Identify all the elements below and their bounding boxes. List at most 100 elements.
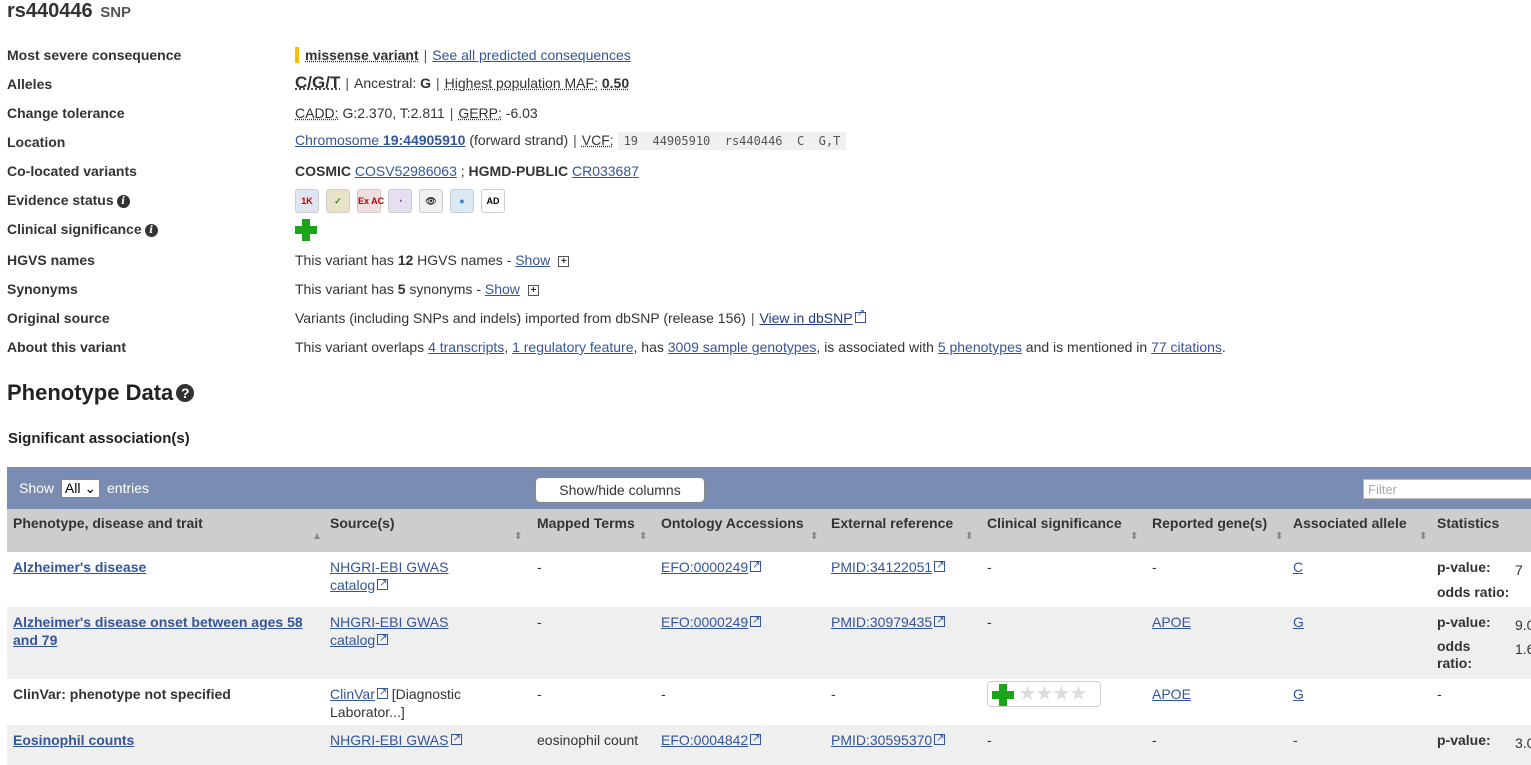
sort-icon[interactable]: ▲ (312, 531, 322, 542)
column-header[interactable]: External reference (831, 513, 971, 533)
external-ref-cell[interactable]: PMID:34122051 (831, 557, 981, 576)
gerp-label[interactable]: GERP: (458, 105, 502, 121)
external-link-icon (377, 630, 389, 648)
pubmed-link[interactable]: PMID:34122051 (831, 559, 932, 575)
view-dbsnp-link[interactable]: View in dbSNP (759, 310, 852, 326)
phenotypes-link[interactable]: 5 phenotypes (938, 339, 1022, 355)
source-link[interactable]: NHGRI-EBI GWAS catalog (330, 559, 449, 593)
cosmic-link[interactable]: COSV52986063 (355, 163, 457, 179)
maf-label[interactable]: Highest population MAF: (445, 75, 598, 91)
entries-select[interactable]: All ⌄ (60, 479, 101, 498)
clinical-significance-plus-icon[interactable] (295, 219, 317, 241)
sort-icon[interactable]: ⬍ (810, 531, 818, 542)
ontology-link[interactable]: EFO:0000249 (661, 614, 748, 630)
external-ref-cell[interactable]: PMID:30595370 (831, 730, 981, 749)
sort-icon[interactable]: ⬍ (639, 531, 647, 542)
expand-icon[interactable]: + (527, 285, 539, 296)
column-header[interactable]: Source(s) (330, 513, 520, 533)
phenotype-link[interactable]: Eosinophil counts (13, 732, 134, 748)
allele-cell[interactable]: G (1293, 613, 1423, 631)
gene-link[interactable]: APOE (1152, 686, 1191, 702)
pubmed-link[interactable]: PMID:30595370 (831, 732, 932, 748)
column-header[interactable]: Phenotype, disease and trait (13, 513, 303, 533)
regulatory-feature-link[interactable]: 1 regulatory feature (512, 339, 633, 355)
page-title: rs440446 SNP (7, 0, 131, 23)
column-header[interactable]: Associated allele (1293, 513, 1423, 533)
gene-link[interactable]: APOE (1152, 614, 1191, 630)
sort-icon[interactable]: ⬍ (965, 531, 973, 542)
allele-link[interactable]: G (1293, 686, 1304, 702)
1000genomes-icon[interactable]: 1K (295, 189, 319, 213)
external-link-icon (750, 557, 762, 575)
column-header[interactable]: Clinical significance (987, 513, 1137, 533)
source-cell[interactable]: NHGRI-EBI GWAS catalog (330, 613, 490, 649)
source-link[interactable]: ClinVar (330, 686, 375, 702)
clinical-value: - (987, 614, 992, 630)
source-text: Variants (including SNPs and indels) imp… (295, 310, 746, 326)
alleles-value[interactable]: C/G/T (295, 73, 340, 92)
exac-icon[interactable]: Ex AC (357, 189, 384, 213)
allele-cell[interactable]: G (1293, 685, 1423, 703)
phenotype-cell[interactable]: Eosinophil counts (13, 731, 313, 749)
hgmd-link[interactable]: CR033687 (572, 163, 639, 179)
phenotype-link[interactable]: Alzheimer's disease onset between ages 5… (13, 614, 303, 648)
ontology-link[interactable]: EFO:0000249 (661, 559, 748, 575)
gene-cell[interactable]: APOE (1152, 613, 1282, 631)
show-hide-columns-button[interactable]: Show/hide columns (535, 477, 705, 503)
phenotype-cell[interactable]: Alzheimer's disease (13, 558, 313, 576)
external-link-icon (450, 730, 462, 748)
chromosome-link[interactable]: Chromosome 19:44905910 (295, 132, 465, 148)
genotypes-link[interactable]: 3009 sample genotypes (668, 339, 817, 355)
allele-cell[interactable]: C (1293, 558, 1423, 576)
cadd-label[interactable]: CADD: (295, 105, 339, 121)
sort-icon[interactable]: ⬍ (1275, 531, 1283, 542)
synonyms-show-link[interactable]: Show (485, 281, 520, 297)
source-link[interactable]: NHGRI-EBI GWAS (330, 732, 449, 748)
citations-link[interactable]: 77 citations (1151, 339, 1222, 355)
source-cell[interactable]: NHGRI-EBI GWAS (330, 730, 490, 749)
expand-icon[interactable]: + (558, 256, 570, 267)
allele-cell: - (1293, 731, 1423, 749)
pubmed-link[interactable]: PMID:30979435 (831, 614, 932, 630)
source-link[interactable]: NHGRI-EBI GWAS catalog (330, 614, 449, 648)
sort-icon[interactable]: ⬍ (1130, 531, 1138, 542)
source-cell[interactable]: NHGRI-EBI GWAS catalog (330, 558, 490, 594)
allele-link[interactable]: C (1293, 559, 1303, 575)
filter-input[interactable]: Filter (1363, 479, 1531, 499)
see-all-consequences-link[interactable]: See all predicted consequences (432, 47, 630, 63)
frequency-icon[interactable]: ◔ (388, 189, 412, 213)
phenotype-icon[interactable]: 👁 (419, 189, 443, 213)
column-header[interactable]: Statistics (1437, 513, 1531, 533)
vcf-label[interactable]: VCF: (582, 132, 614, 148)
column-header[interactable]: Ontology Accessions (661, 513, 821, 533)
phenotype-link[interactable]: Alzheimer's disease (13, 559, 146, 575)
ontology-cell[interactable]: EFO:0000249 (661, 612, 821, 631)
column-header[interactable]: Mapped Terms (537, 513, 647, 533)
ontology-cell[interactable]: EFO:0000249 (661, 557, 821, 576)
mapped-terms: - (537, 686, 542, 702)
hapmap-icon[interactable]: ● (450, 189, 474, 213)
column-header[interactable]: Reported gene(s) (1152, 513, 1282, 533)
allele-link[interactable]: G (1293, 614, 1304, 630)
ontology-link[interactable]: EFO:0004842 (661, 732, 748, 748)
cited-icon[interactable]: ✓ (326, 189, 350, 213)
ontology-cell: - (661, 685, 821, 703)
maf-value[interactable]: 0.50 (602, 75, 629, 91)
external-ref-cell[interactable]: PMID:30979435 (831, 612, 981, 631)
sort-icon[interactable]: ⬍ (1419, 531, 1427, 542)
source-cell[interactable]: ClinVar [Diagnostic Laborator...] (330, 684, 490, 721)
hgvs-show-link[interactable]: Show (515, 252, 550, 268)
table-body: Alzheimer's disease NHGRI-EBI GWAS catalo… (7, 552, 1531, 765)
clinical-cell[interactable]: ★★★★ (987, 681, 1137, 707)
consequence-value[interactable]: missense variant (305, 47, 419, 63)
ontology-cell[interactable]: EFO:0004842 (661, 730, 821, 749)
gene-cell[interactable]: APOE (1152, 685, 1282, 703)
clinical-significance-badge[interactable]: ★★★★ (987, 681, 1101, 707)
info-icon[interactable]: i (144, 224, 158, 237)
transcripts-link[interactable]: 4 transcripts (428, 339, 504, 355)
sort-icon[interactable]: ⬍ (514, 531, 522, 542)
help-icon[interactable]: ? (176, 384, 195, 402)
gnomad-icon[interactable]: AD (481, 189, 505, 213)
info-icon[interactable]: i (116, 195, 130, 208)
phenotype-cell[interactable]: Alzheimer's disease onset between ages 5… (13, 613, 313, 649)
